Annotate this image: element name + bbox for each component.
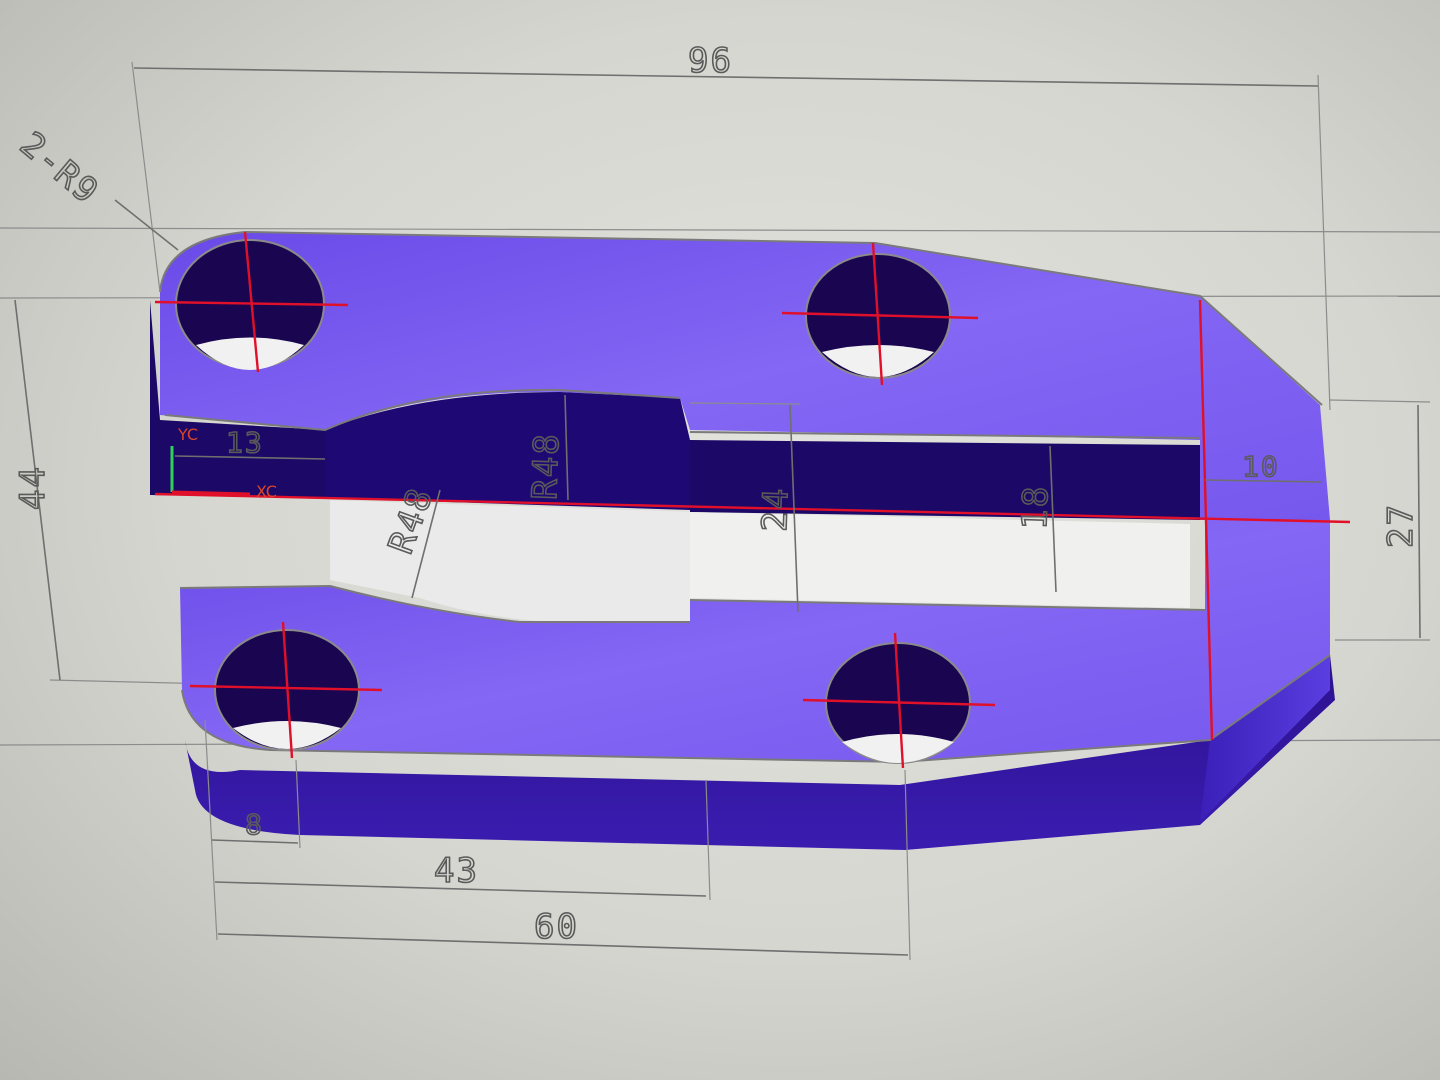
x-axis-label: XC: [256, 482, 277, 501]
dim-13: 13: [226, 426, 264, 459]
y-axis-label: YC: [177, 425, 198, 444]
dim-24: 24: [755, 486, 797, 532]
dim-27: 27: [1381, 503, 1421, 548]
dim-96: 96: [688, 41, 733, 81]
dim-r9: 2-R9: [12, 124, 107, 212]
dim-r48-top: R48: [525, 432, 567, 501]
cad-drawing: YC XC 96 2-R9 44 13 R48 R48 24 18 10 27 …: [0, 40, 1440, 961]
cad-viewport[interactable]: YC XC 96 2-R9 44 13 R48 R48 24 18 10 27 …: [0, 0, 1440, 1080]
dim-8: 8: [245, 808, 264, 841]
part-upper-arm[interactable]: [150, 230, 1330, 520]
dim-18: 18: [1015, 484, 1057, 530]
dim-10: 10: [1242, 450, 1280, 483]
dim-43: 43: [434, 851, 479, 891]
dim-44: 44: [13, 465, 53, 510]
dim-60: 60: [534, 907, 579, 947]
